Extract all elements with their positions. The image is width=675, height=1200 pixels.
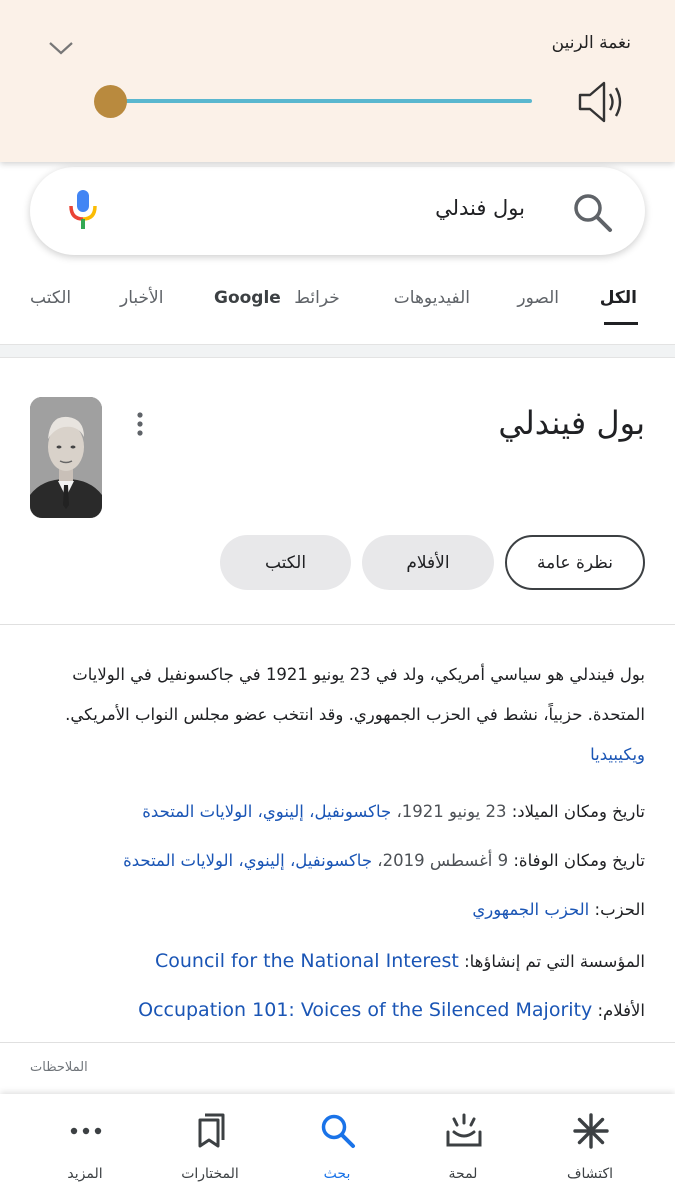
speaker-icon[interactable] [574, 78, 626, 126]
more-icon [70, 1127, 102, 1135]
asterisk-icon [573, 1113, 609, 1149]
fact-birth-label: تاريخ ومكان الميلاد: [511, 802, 645, 821]
tab-news[interactable]: الأخبار [120, 288, 163, 308]
fact-organization-link[interactable]: Council for the National Interest [155, 950, 459, 972]
fact-death-date: 9 أغسطس 2019، [377, 851, 509, 870]
nav-search[interactable]: بحث [287, 1094, 387, 1200]
fact-birth: تاريخ ومكان الميلاد: 23 يونيو 1921، جاكس… [142, 802, 645, 821]
tab-all[interactable]: الكل [600, 288, 637, 308]
active-tab-indicator [604, 322, 638, 325]
fact-films-label: الأفلام: [597, 1001, 645, 1020]
search-icon [321, 1114, 355, 1148]
chevron-down-icon[interactable] [46, 36, 76, 60]
fact-death: تاريخ ومكان الوفاة: 9 أغسطس 2019، جاكسون… [123, 851, 645, 870]
chip-overview[interactable]: نظرة عامة [505, 535, 645, 590]
wikipedia-link[interactable]: ويكيبيديا [590, 745, 645, 764]
tab-videos[interactable]: الفيديوهات [394, 288, 470, 308]
tab-images[interactable]: الصور [517, 288, 559, 308]
tab-books[interactable]: الكتب [30, 288, 71, 308]
fact-birth-place-link[interactable]: جاكسونفيل، إلينوي، الولايات المتحدة [142, 802, 391, 821]
snapshot-icon [446, 1113, 482, 1147]
description-text: بول فيندلي هو سياسي أمريكي، ولد في 23 يو… [65, 665, 645, 724]
search-query[interactable]: بول فندلي [435, 196, 525, 220]
fact-party-link[interactable]: الحزب الجمهوري [472, 900, 589, 919]
fact-party: الحزب: الحزب الجمهوري [472, 900, 645, 919]
chip-films[interactable]: الأفلام [362, 535, 494, 590]
fact-birth-date: 23 يونيو 1921، [396, 802, 507, 821]
nav-collections-label: المختارات [181, 1166, 239, 1182]
chip-books[interactable]: الكتب [220, 535, 351, 590]
ringtone-volume-panel: نغمة الرنين [0, 0, 675, 162]
nav-discover[interactable]: اكتشاف [540, 1094, 640, 1200]
tab-maps-label: خرائط [294, 288, 340, 308]
nav-more[interactable]: المزيد [35, 1094, 135, 1200]
fact-films: الأفلام: Occupation 101: Voices of the S… [138, 999, 645, 1021]
divider [0, 1042, 675, 1043]
nav-more-label: المزيد [67, 1166, 103, 1182]
nav-discover-label: اكتشاف [566, 1166, 614, 1182]
divider [0, 624, 675, 625]
more-options-icon[interactable] [130, 410, 150, 440]
search-icon[interactable] [570, 190, 614, 234]
volume-slider-thumb[interactable] [94, 85, 127, 118]
tab-maps-brand: Google [214, 288, 281, 308]
mic-icon[interactable] [66, 188, 100, 232]
entity-title: بول فيندلي [498, 404, 645, 442]
fact-films-link[interactable]: Occupation 101: Voices of the Silenced M… [138, 999, 592, 1021]
search-tabs: الكل الصور الفيديوهات Google خرائط الأخب… [0, 270, 675, 330]
search-bar[interactable] [30, 167, 645, 255]
nav-snapshot-label: لمحة [448, 1166, 478, 1182]
nav-snapshot[interactable]: لمحة [413, 1094, 513, 1200]
fact-organization-label: المؤسسة التي تم إنشاؤها: [464, 952, 645, 971]
nav-collections[interactable]: المختارات [160, 1094, 260, 1200]
entity-photo[interactable] [30, 397, 102, 518]
bottom-navigation: اكتشاف لمحة بحث المختارات المزيد [0, 1094, 675, 1200]
fact-death-place-link[interactable]: جاكسونفيل، إلينوي، الولايات المتحدة [123, 851, 372, 870]
section-separator [0, 344, 675, 358]
notes-label[interactable]: الملاحظات [30, 1060, 88, 1075]
nav-search-label: بحث [323, 1166, 351, 1182]
fact-organization: المؤسسة التي تم إنشاؤها: Council for the… [155, 950, 645, 972]
bookmarks-icon [198, 1113, 225, 1148]
tab-maps[interactable]: Google خرائط [214, 288, 340, 308]
volume-slider-track[interactable] [112, 99, 532, 103]
entity-description: بول فيندلي هو سياسي أمريكي، ولد في 23 يو… [25, 655, 645, 775]
fact-party-label: الحزب: [594, 900, 645, 919]
ringtone-title: نغمة الرنين [551, 33, 631, 53]
fact-death-label: تاريخ ومكان الوفاة: [513, 851, 645, 870]
